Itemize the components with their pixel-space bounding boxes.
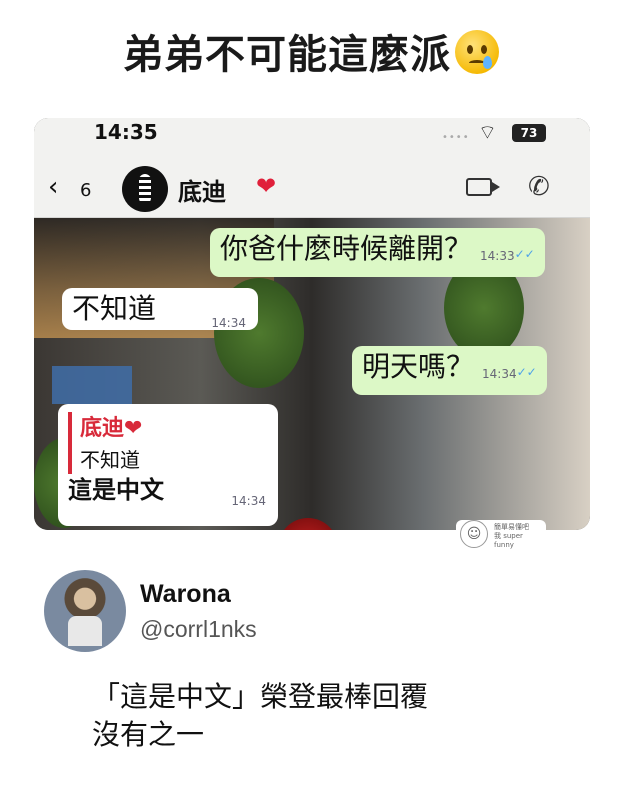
quoted-sender-name: 底迪: [80, 416, 125, 441]
quoted-heart-icon: ❤: [124, 416, 143, 441]
chat-header: ‹ 6 底迪 ❤ ✆: [34, 158, 590, 218]
watermark-line-2: 我 super funny: [494, 532, 523, 549]
watermark-line-1: 簡單易懂吧: [494, 523, 529, 531]
chat-screenshot: 14:35 •••• ⌔ 73 ‹ 6 底迪 ❤ ✆ 你爸什麼時候離開？ 14:3…: [34, 118, 590, 530]
message-time: 14:34: [231, 494, 266, 508]
status-time: 14:35: [94, 120, 158, 144]
headline: 弟弟不可能這麼派: [0, 22, 622, 80]
tweet-author-name[interactable]: Warona: [140, 580, 231, 609]
tweet-avatar[interactable]: [44, 570, 126, 652]
heart-icon: ❤: [256, 172, 277, 200]
message-text: 明天嗎？: [362, 350, 475, 383]
message-time: 14:34: [211, 316, 246, 330]
read-ticks-icon: ✓✓: [516, 365, 537, 379]
tweet-text: 「這是中文」榮登最棒回覆 沒有之一: [92, 678, 428, 754]
tweet-line-1: 「這是中文」榮登最棒回覆: [92, 680, 429, 713]
message-time: 14:34: [482, 367, 517, 381]
quoted-message[interactable]: 底迪❤ 不知道: [68, 412, 268, 474]
message-text: 你爸什麼時候離開？: [220, 232, 473, 265]
back-chevron-icon[interactable]: ‹: [48, 172, 58, 202]
unread-count[interactable]: 6: [80, 180, 91, 201]
message-text: 不知道: [72, 292, 157, 325]
quoted-text: 不知道: [80, 448, 140, 472]
signal-icon: ••••: [442, 132, 470, 143]
message-bubble-outgoing[interactable]: 你爸什麼時候離開？ 14:33✓✓: [210, 228, 545, 277]
battery-icon: 73: [512, 124, 546, 142]
phone-call-icon[interactable]: ✆: [528, 172, 550, 202]
headline-text: 弟弟不可能這麼派: [123, 32, 451, 78]
contact-avatar[interactable]: [122, 166, 168, 212]
contact-name[interactable]: 底迪: [178, 172, 226, 207]
wifi-icon: ⌔: [478, 120, 497, 144]
message-bubble-outgoing[interactable]: 明天嗎？ 14:34✓✓: [352, 346, 547, 395]
message-bubble-reply[interactable]: 底迪❤ 不知道 這是中文 14:34: [58, 404, 278, 526]
message-time: 14:33: [480, 249, 515, 263]
tweet-author-handle[interactable]: @corrl1nks: [140, 616, 257, 643]
video-call-icon[interactable]: [466, 178, 492, 196]
tweet-line-2: 沒有之一: [92, 718, 205, 751]
message-bubble-incoming[interactable]: 不知道 14:34: [62, 288, 258, 330]
stick-figure-icon: ☺: [460, 520, 488, 548]
read-ticks-icon: ✓✓: [514, 247, 535, 261]
crying-face-emoji-icon: [455, 30, 499, 74]
status-bar: 14:35 •••• ⌔ 73: [34, 118, 590, 158]
watermark: ☺ 簡單易懂吧 我 super funny: [456, 520, 546, 550]
